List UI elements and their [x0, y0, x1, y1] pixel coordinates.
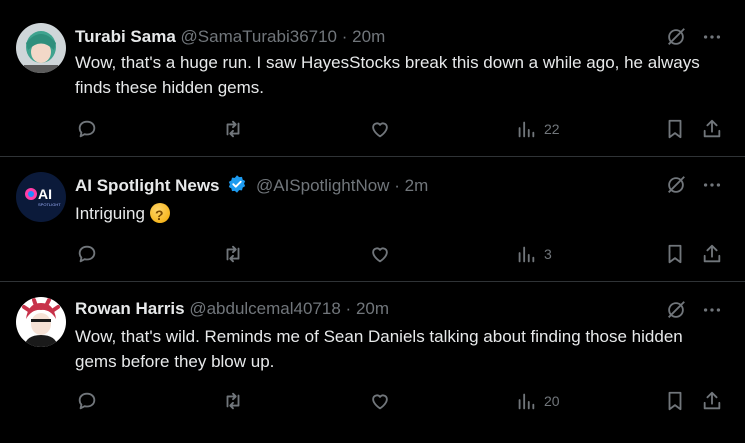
tweet-header: AI Spotlight News @AISpotlightNow · 2m [75, 174, 428, 200]
reply-icon [76, 243, 98, 265]
bookmark-icon [664, 118, 686, 140]
tweet[interactable]: AI SPOTLIGHT AI Spotlight News @AISpotli… [0, 157, 745, 282]
views-button[interactable]: 22 [515, 118, 560, 140]
share-icon [701, 118, 723, 140]
separator: · [341, 27, 348, 46]
grok-icon[interactable] [665, 299, 687, 326]
share-button[interactable] [701, 118, 723, 140]
user-handle[interactable]: @SamaTurabi36710 [181, 27, 338, 46]
timestamp[interactable]: 20m [356, 299, 389, 318]
avatar[interactable] [16, 23, 66, 73]
like-button[interactable] [369, 390, 391, 412]
retweet-icon [221, 243, 245, 265]
verified-icon [227, 174, 247, 200]
retweet-button[interactable] [221, 390, 245, 412]
share-button[interactable] [701, 243, 723, 265]
views-icon [515, 118, 537, 140]
user-handle[interactable]: @AISpotlightNow [256, 176, 390, 195]
views-button[interactable]: 20 [515, 390, 560, 412]
tweet[interactable]: Turabi Sama @SamaTurabi36710 · 20m Wow, … [0, 0, 745, 157]
bookmark-button[interactable] [664, 118, 686, 140]
like-icon [369, 243, 391, 265]
tweet-actions: 20 [76, 390, 722, 414]
thinking-face-icon [149, 203, 170, 228]
retweet-icon [221, 390, 245, 412]
bookmark-button[interactable] [664, 243, 686, 265]
tweet-header: Rowan Harris @abdulcemal40718 · 20m [75, 298, 389, 320]
views-button[interactable]: 3 [515, 243, 552, 265]
user-handle[interactable]: @abdulcemal40718 [189, 299, 340, 318]
avatar-logo-subtext: SPOTLIGHT [38, 202, 61, 207]
views-icon [515, 243, 537, 265]
display-name[interactable]: Turabi Sama [75, 27, 176, 46]
display-name[interactable]: Rowan Harris [75, 299, 185, 318]
more-icon[interactable] [701, 26, 723, 53]
more-icon[interactable] [701, 174, 723, 201]
views-count: 22 [544, 121, 560, 137]
tweet-text: Intriguing [75, 204, 145, 223]
tweet-actions: 3 [76, 243, 722, 267]
retweet-icon [221, 118, 245, 140]
tweet-text: Wow, that's a huge run. I saw HayesStock… [75, 53, 700, 97]
reply-icon [76, 118, 98, 140]
reply-button[interactable] [76, 243, 98, 265]
like-button[interactable] [369, 118, 391, 140]
views-count: 3 [544, 246, 552, 262]
retweet-button[interactable] [221, 243, 245, 265]
reply-button[interactable] [76, 118, 98, 140]
tweet-actions: 22 [76, 118, 722, 142]
tweet-text: Wow, that's wild. Reminds me of Sean Dan… [75, 327, 683, 371]
avatar[interactable] [16, 297, 66, 347]
reply-icon [76, 390, 98, 412]
like-button[interactable] [369, 243, 391, 265]
more-icon[interactable] [701, 299, 723, 326]
reply-button[interactable] [76, 390, 98, 412]
bookmark-button[interactable] [664, 390, 686, 412]
share-button[interactable] [701, 390, 723, 412]
timestamp[interactable]: 20m [352, 27, 385, 46]
display-name[interactable]: AI Spotlight News [75, 176, 220, 195]
separator: · [345, 299, 352, 318]
separator: · [394, 176, 400, 195]
avatar[interactable]: AI SPOTLIGHT [16, 172, 66, 222]
share-icon [701, 243, 723, 265]
bookmark-icon [664, 390, 686, 412]
grok-icon[interactable] [665, 174, 687, 201]
like-icon [369, 118, 391, 140]
tweet-body: Intriguing [75, 201, 719, 228]
tweet[interactable]: Rowan Harris @abdulcemal40718 · 20m Wow,… [0, 282, 745, 443]
bookmark-icon [664, 243, 686, 265]
avatar-logo-text: AI [38, 186, 52, 202]
grok-icon[interactable] [665, 26, 687, 53]
timestamp[interactable]: 2m [405, 176, 429, 195]
views-icon [515, 390, 537, 412]
retweet-button[interactable] [221, 118, 245, 140]
tweet-header: Turabi Sama @SamaTurabi36710 · 20m [75, 26, 385, 48]
share-icon [701, 390, 723, 412]
views-count: 20 [544, 393, 560, 409]
like-icon [369, 390, 391, 412]
